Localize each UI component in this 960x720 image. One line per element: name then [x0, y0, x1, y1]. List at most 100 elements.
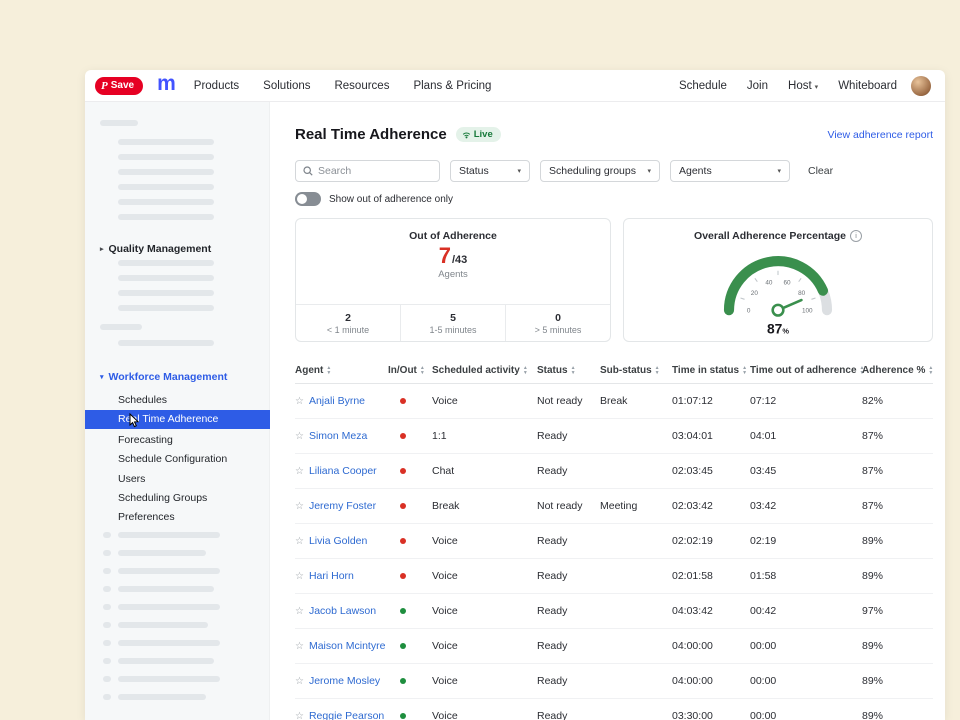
filter-select-agents[interactable]: Agents▾ — [670, 160, 790, 182]
adherence-cell: 89% — [862, 675, 922, 687]
skeleton-bar — [100, 324, 142, 330]
nav-item-whiteboard[interactable]: Whiteboard — [838, 80, 897, 92]
column-header-adherence[interactable]: Adherence %▲▼ — [862, 365, 922, 376]
inout-cell — [388, 605, 432, 617]
table-header-row: Agent▲▼In/Out▲▼Scheduled activity▲▼Statu… — [295, 358, 933, 384]
skeleton-bar — [103, 586, 111, 592]
column-header-agent[interactable]: Agent▲▼ — [295, 365, 388, 376]
show-out-of-adherence-toggle[interactable] — [295, 192, 321, 206]
agent-cell: ☆ Hari Horn — [295, 570, 388, 582]
sidebar-item-users[interactable]: Users — [85, 470, 270, 489]
star-icon[interactable]: ☆ — [295, 571, 304, 582]
skeleton-bar — [118, 290, 214, 296]
time-in-status-cell: 02:01:58 — [672, 570, 750, 582]
live-label: Live — [474, 129, 493, 140]
time-out-of-adherence-cell: 00:42 — [750, 605, 862, 617]
agent-link[interactable]: Jerome Mosley — [309, 675, 380, 687]
sidebar-item-real-time-adherence[interactable]: Real Time Adherence — [85, 410, 270, 429]
agent-link[interactable]: Jacob Lawson — [309, 605, 376, 617]
chevron-down-icon: ▾ — [815, 84, 819, 91]
sidebar-item-scheduling-groups[interactable]: Scheduling Groups — [85, 489, 270, 508]
select-value: Status — [459, 165, 489, 177]
column-header-sub-status[interactable]: Sub-status▲▼ — [600, 365, 672, 376]
sidebar-item-forecasting[interactable]: Forecasting — [85, 431, 270, 450]
star-icon[interactable]: ☆ — [295, 711, 304, 720]
nav-item-solutions[interactable]: Solutions — [263, 80, 310, 92]
star-icon[interactable]: ☆ — [295, 501, 304, 512]
column-header-in-out[interactable]: In/Out▲▼ — [388, 365, 432, 376]
sidebar-item-quality-management[interactable]: ▸ Quality Management — [85, 241, 269, 257]
sidebar-item-preferences[interactable]: Preferences — [85, 508, 270, 527]
nav-item-plans-pricing[interactable]: Plans & Pricing — [413, 80, 491, 92]
sidebar-item-schedules[interactable]: Schedules — [85, 391, 270, 410]
svg-text:20: 20 — [751, 290, 759, 297]
agent-link[interactable]: Maison Mcintyre — [309, 640, 385, 652]
chevron-down-icon: ▾ — [100, 373, 104, 381]
svg-text:40: 40 — [765, 279, 773, 286]
chevron-down-icon: ▾ — [517, 167, 521, 175]
skeleton-bar — [118, 640, 220, 646]
column-label: Adherence % — [862, 365, 925, 376]
agent-link[interactable]: Liliana Cooper — [309, 465, 377, 477]
agent-link[interactable]: Jeremy Foster — [309, 500, 376, 512]
star-icon[interactable]: ☆ — [295, 641, 304, 652]
table-row: ☆Jacob LawsonVoiceReady04:03:4200:4297% — [295, 594, 933, 629]
nav-item-host[interactable]: Host▾ — [788, 80, 818, 92]
view-adherence-report-link[interactable]: View adherence report — [828, 129, 933, 141]
save-label: Save — [111, 80, 134, 91]
status-cell: Not ready — [537, 500, 600, 512]
info-icon[interactable]: i — [850, 230, 862, 242]
column-header-status[interactable]: Status▲▼ — [537, 365, 600, 376]
nav-item-products[interactable]: Products — [194, 80, 239, 92]
sort-icon: ▲▼ — [742, 366, 747, 375]
adherence-cell: 87% — [862, 465, 922, 477]
svg-text:60: 60 — [784, 279, 792, 286]
page-title: Real Time Adherence — [295, 126, 447, 143]
pinterest-save-button[interactable]: P Save — [95, 77, 143, 95]
agent-link[interactable]: Reggie Pearson — [309, 710, 384, 720]
star-icon[interactable]: ☆ — [295, 466, 304, 477]
skeleton-bar — [118, 694, 206, 700]
sidebar-item-schedule-configuration[interactable]: Schedule Configuration — [85, 450, 270, 469]
agent-link[interactable]: Anjali Byrne — [309, 395, 365, 407]
star-icon[interactable]: ☆ — [295, 606, 304, 617]
agent-link[interactable]: Simon Meza — [309, 430, 367, 442]
search-placeholder: Search — [318, 165, 351, 177]
inout-cell — [388, 640, 432, 652]
inout-cell — [388, 500, 432, 512]
agent-link[interactable]: Livia Golden — [309, 535, 367, 547]
table-row: ☆Simon Meza1:1Ready03:04:0104:0187% — [295, 419, 933, 454]
status-dot-red — [400, 503, 406, 509]
status-cell: Not ready — [537, 395, 600, 407]
search-input[interactable]: Search — [295, 160, 440, 182]
nav-item-schedule[interactable]: Schedule — [679, 80, 727, 92]
filter-select-scheduling-groups[interactable]: Scheduling groups▾ — [540, 160, 660, 182]
star-icon[interactable]: ☆ — [295, 431, 304, 442]
skeleton-bar — [118, 260, 214, 266]
skeleton-bar — [118, 658, 214, 664]
column-header-time-in-status[interactable]: Time in status▲▼ — [672, 365, 750, 376]
skeleton-bar — [118, 586, 214, 592]
star-icon[interactable]: ☆ — [295, 396, 304, 407]
sidebar-item-workforce-management[interactable]: ▾ Workforce Management — [85, 369, 269, 385]
nav-item-join[interactable]: Join — [747, 80, 768, 92]
brand-logo[interactable]: m — [157, 72, 176, 96]
status-dot-red — [400, 468, 406, 474]
select-value: Scheduling groups — [549, 165, 636, 177]
avatar[interactable] — [911, 76, 931, 96]
filter-select-status[interactable]: Status ▾ — [450, 160, 530, 182]
skeleton-bar — [103, 532, 111, 538]
column-header-scheduled-activity[interactable]: Scheduled activity▲▼ — [432, 365, 537, 376]
agent-link[interactable]: Hari Horn — [309, 570, 354, 582]
status-dot-red — [400, 573, 406, 579]
nav-item-resources[interactable]: Resources — [334, 80, 389, 92]
star-icon[interactable]: ☆ — [295, 536, 304, 547]
clear-filters-button[interactable]: Clear — [808, 165, 833, 177]
time-in-status-cell: 02:03:45 — [672, 465, 750, 477]
column-header-time-out-of-adherence[interactable]: Time out of adherence▲▼ — [750, 365, 862, 376]
activity-cell: 1:1 — [432, 430, 537, 442]
star-icon[interactable]: ☆ — [295, 676, 304, 687]
skeleton-bar — [118, 622, 208, 628]
inout-cell — [388, 570, 432, 582]
skeleton-bar — [100, 120, 138, 126]
